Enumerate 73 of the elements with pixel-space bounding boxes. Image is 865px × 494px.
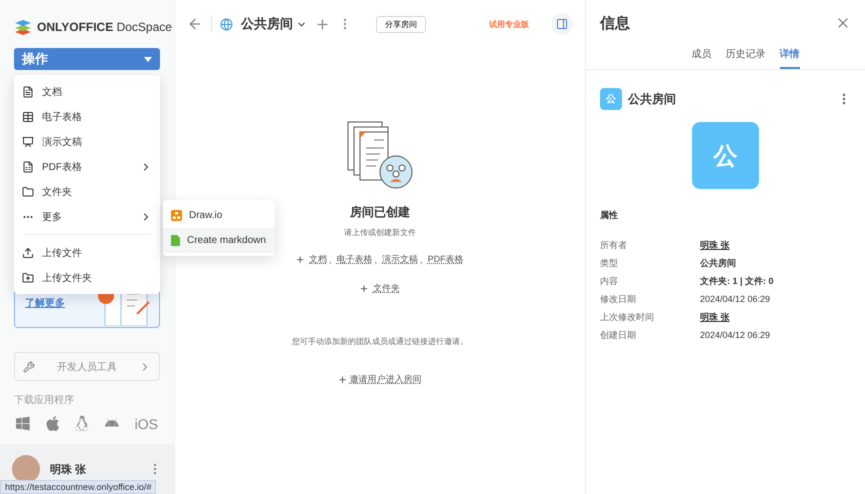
menu-item[interactable]: 文件夹 <box>14 179 160 204</box>
room-logo-large: 公 <box>692 122 759 189</box>
tab[interactable]: 历史记录 <box>726 46 766 69</box>
menu-item-icon <box>22 136 34 148</box>
wrench-icon <box>23 360 35 372</box>
submenu-item[interactable]: Draw.io <box>163 203 275 228</box>
separator: , <box>420 254 423 264</box>
create-file-link[interactable]: 文档 <box>309 253 328 266</box>
tab[interactable]: 成员 <box>692 46 712 69</box>
menu-item[interactable]: 更多 <box>14 204 160 229</box>
actions-button[interactable]: 操作 <box>14 48 160 70</box>
menu-item-icon <box>22 186 34 198</box>
back-icon[interactable] <box>187 16 203 32</box>
document-icon <box>171 235 180 246</box>
plus-sign: + <box>360 281 368 296</box>
property-value: 2024/04/12 06:29 <box>700 329 772 342</box>
caret-icon <box>144 56 152 62</box>
menu-item-icon <box>22 86 34 98</box>
property-value: 文件夹: 1 | 文件: 0 <box>700 275 775 288</box>
menu-item-icon <box>22 246 34 258</box>
windows-icon[interactable] <box>16 415 30 432</box>
panel-icon <box>556 18 568 30</box>
create-file-link[interactable]: PDF表格 <box>428 253 464 266</box>
property-label: 内容 <box>600 275 619 288</box>
globe-icon <box>220 18 233 30</box>
diagram-icon <box>171 210 182 221</box>
menu-item[interactable]: 上传文件夹 <box>14 265 160 290</box>
property-label: 类型 <box>600 257 619 270</box>
info-panel-button[interactable] <box>551 13 573 35</box>
invite-note: 您可手动添加新的团队成员或通过链接进行邀请。 <box>292 336 468 347</box>
menu-item[interactable]: 演示文稿 <box>14 129 160 154</box>
properties-title: 属性 <box>600 209 619 222</box>
submenu-item[interactable]: Create markdown <box>163 228 275 253</box>
menu-item-icon <box>22 160 34 172</box>
room-logo: 公 <box>600 88 622 110</box>
menu-item-icon <box>22 110 34 122</box>
menu-item[interactable]: 上传文件 <box>14 240 160 265</box>
status-url: https://testaccountnew.onlyoffice.io/# <box>0 480 156 494</box>
property-link[interactable]: 明珠 张 <box>700 239 851 252</box>
property-value: 公共房间 <box>700 257 737 270</box>
user-name: 明珠 张 <box>50 462 88 476</box>
separator: , <box>329 254 332 264</box>
invite-users-link[interactable]: 邀请用户进入房间 <box>349 373 422 386</box>
menu-item[interactable]: 电子表格 <box>14 104 160 129</box>
menu-item-icon <box>22 272 34 284</box>
download-apps-label: 下载应用程序 <box>14 394 75 407</box>
separator: , <box>374 254 378 264</box>
share-room-button[interactable]: 分享房间 <box>376 16 426 32</box>
create-file-link[interactable]: 演示文稿 <box>382 253 418 266</box>
property-value: 2024/04/12 06:29 <box>700 293 772 306</box>
property-label: 创建日期 <box>600 329 637 342</box>
create-file-link[interactable]: 电子表格 <box>336 253 373 266</box>
room-name: 公共房间 <box>628 90 677 108</box>
empty-subtitle: 请上传或创建新文件 <box>344 227 416 238</box>
learn-more-link[interactable]: 了解更多 <box>25 296 65 310</box>
room-title[interactable]: 公共房间 <box>241 15 307 33</box>
property-label: 修改日期 <box>600 293 637 306</box>
create-folder-link[interactable]: 文件夹 <box>372 282 400 295</box>
menu-item[interactable]: 文档 <box>14 79 160 104</box>
empty-title: 房间已创建 <box>350 204 410 221</box>
menu-item[interactable]: PDF表格 <box>14 154 160 179</box>
add-icon[interactable] <box>315 16 330 32</box>
tab[interactable]: 详情 <box>780 46 800 69</box>
apple-icon[interactable] <box>46 415 60 432</box>
linux-icon[interactable] <box>75 415 89 432</box>
panel-title: 信息 <box>600 14 630 32</box>
property-label: 上次修改时间 <box>600 311 655 324</box>
plus-sign: + <box>338 372 346 387</box>
property-label: 所有者 <box>600 239 628 252</box>
plus-sign: + <box>296 252 304 267</box>
brand-logo-text: ONLYOFFICE DocSpace <box>37 20 172 34</box>
logo-icon <box>14 19 32 35</box>
property-link[interactable]: 明珠 张 <box>700 311 851 324</box>
